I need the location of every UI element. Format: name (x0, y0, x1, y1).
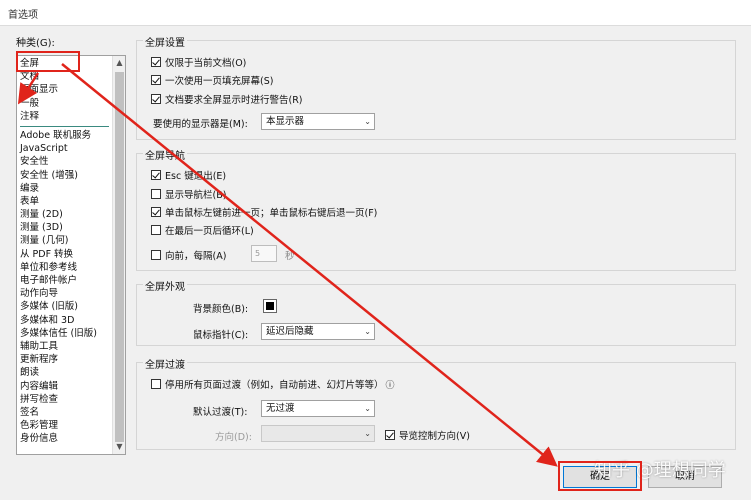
cursor-select[interactable]: 延迟后隐藏 ⌄ (261, 323, 375, 340)
only-current-doc-row[interactable]: 仅限于当前文档(O) (151, 55, 246, 69)
category-item[interactable]: 多媒体和 3D (17, 314, 113, 327)
group-title: 全屏导航 (143, 147, 187, 162)
interval-input[interactable]: 5 (251, 245, 277, 262)
category-item[interactable]: JavaScript (17, 142, 113, 155)
fill-screen-label: 一次使用一页填充屏幕(S) (165, 76, 274, 87)
show-navbar-row[interactable]: 显示导航栏(B) (151, 187, 226, 201)
show-navbar-label: 显示导航栏(B) (165, 190, 227, 201)
fill-screen-row[interactable]: 一次使用一页填充屏幕(S) (151, 73, 273, 87)
group-title: 全屏设置 (143, 34, 187, 49)
category-list[interactable]: 全屏 文档 页面显示 一般 注释 Adobe 联机服务 JavaScript 安… (16, 55, 126, 455)
seconds-label: 秒 (285, 251, 295, 262)
esc-exit-checkbox[interactable] (151, 170, 161, 180)
fullscreen-look-group: 全屏外观 背景颜色(B): 鼠标指针(C): 延迟后隐藏 ⌄ (136, 278, 736, 346)
category-item[interactable]: 测量 (3D) (17, 221, 113, 234)
group-title: 全屏过渡 (143, 356, 187, 371)
nav-direction-checkbox[interactable] (385, 430, 395, 440)
annotation-highlight-ok (558, 461, 642, 491)
chevron-down-icon: ⌄ (364, 327, 371, 336)
scroll-down-icon[interactable]: ▼ (113, 440, 125, 454)
cursor-value: 延迟后隐藏 (266, 326, 314, 337)
group-title: 全屏外观 (143, 278, 187, 293)
category-item[interactable]: 多媒体 (旧版) (17, 300, 113, 313)
category-item-page-display[interactable]: 页面显示 (17, 83, 113, 96)
ignore-transitions-label: 停用所有页面过渡（例如，自动前进、幻灯片等等） (165, 380, 384, 391)
category-item-documents[interactable]: 文档 (17, 70, 113, 83)
warn-fullscreen-row[interactable]: 文档要求全屏显示时进行警告(R) (151, 92, 303, 106)
warn-fullscreen-checkbox[interactable] (151, 94, 161, 104)
default-transition-label: 默认过渡(T): (193, 407, 248, 418)
advance-every-checkbox[interactable] (151, 250, 161, 260)
title-bar: 首选项 (0, 0, 751, 26)
scroll-up-icon[interactable]: ▲ (113, 56, 125, 70)
category-item[interactable]: 编录 (17, 182, 113, 195)
cursor-label: 鼠标指针(C): (193, 330, 249, 341)
category-item[interactable]: 身份信息 (17, 432, 113, 445)
fullscreen-transition-group: 全屏过渡 停用所有页面过渡（例如，自动前进、幻灯片等等） ⓘ 默认过渡(T): … (136, 356, 736, 450)
category-item[interactable]: 表单 (17, 195, 113, 208)
category-item[interactable]: 单位和参考线 (17, 261, 113, 274)
nav-direction-row[interactable]: 导览控制方向(V) (385, 428, 470, 442)
advance-every-row[interactable]: 向前，每隔(A) (151, 248, 226, 262)
click-advance-label: 单击鼠标左键前进一页；单击鼠标右键后退一页(F) (165, 208, 378, 219)
fill-screen-checkbox[interactable] (151, 75, 161, 85)
warn-fullscreen-label: 文档要求全屏显示时进行警告(R) (165, 95, 303, 106)
category-item[interactable]: 从 PDF 转换 (17, 248, 113, 261)
category-item[interactable]: 朗读 (17, 366, 113, 379)
chevron-down-icon: ⌄ (364, 404, 371, 413)
ignore-transitions-checkbox[interactable] (151, 379, 161, 389)
annotation-highlight-fullscreen (16, 51, 80, 72)
category-item[interactable]: 签名 (17, 406, 113, 419)
category-item[interactable]: 更新程序 (17, 353, 113, 366)
window-title: 首选项 (8, 10, 38, 21)
category-item[interactable]: 多媒体信任 (旧版) (17, 327, 113, 340)
category-divider (17, 123, 113, 129)
category-item[interactable]: 安全性 (17, 155, 113, 168)
category-item[interactable]: 内容编辑 (17, 380, 113, 393)
click-advance-row[interactable]: 单击鼠标左键前进一页；单击鼠标右键后退一页(F) (151, 205, 377, 219)
esc-exit-row[interactable]: Esc 键退出(E) (151, 168, 226, 182)
esc-exit-label: Esc 键退出(E) (165, 171, 227, 182)
category-item[interactable]: 安全性 (增强) (17, 169, 113, 182)
category-item-general[interactable]: 一般 (17, 97, 113, 110)
category-item[interactable]: 拼写检查 (17, 393, 113, 406)
category-label: 种类(G): (16, 38, 55, 49)
loop-label: 在最后一页后循环(L) (165, 226, 254, 237)
only-current-doc-checkbox[interactable] (151, 57, 161, 67)
category-item[interactable]: 辅助工具 (17, 340, 113, 353)
click-advance-checkbox[interactable] (151, 207, 161, 217)
chevron-down-icon: ⌄ (364, 117, 371, 126)
direction-label: 方向(D): (215, 432, 252, 443)
category-items: 全屏 文档 页面显示 一般 注释 Adobe 联机服务 JavaScript 安… (17, 57, 113, 445)
nav-direction-label: 导览控制方向(V) (399, 431, 470, 442)
ignore-transitions-row[interactable]: 停用所有页面过渡（例如，自动前进、幻灯片等等） ⓘ (151, 377, 395, 391)
category-item[interactable]: 测量 (2D) (17, 208, 113, 221)
fullscreen-setup-group: 全屏设置 仅限于当前文档(O) 一次使用一页填充屏幕(S) 文档要求全屏显示时进… (136, 34, 736, 140)
category-item[interactable]: Adobe 联机服务 (17, 129, 113, 142)
monitor-label: 要使用的显示器是(M): (153, 119, 248, 130)
category-item[interactable]: 动作向导 (17, 287, 113, 300)
scrollbar-thumb[interactable] (115, 72, 124, 442)
category-item-comments[interactable]: 注释 (17, 110, 113, 123)
category-item[interactable]: 测量 (几何) (17, 234, 113, 247)
advance-every-label: 向前，每隔(A) (165, 251, 227, 262)
fullscreen-nav-group: 全屏导航 Esc 键退出(E) 显示导航栏(B) 单击鼠标左键前进一页；单击鼠标… (136, 147, 736, 271)
category-item[interactable]: 电子邮件帐户 (17, 274, 113, 287)
category-item[interactable]: 色彩管理 (17, 419, 113, 432)
default-transition-select[interactable]: 无过渡 ⌄ (261, 400, 375, 417)
show-navbar-checkbox[interactable] (151, 189, 161, 199)
direction-select[interactable]: ⌄ (261, 425, 375, 442)
loop-checkbox[interactable] (151, 225, 161, 235)
category-scrollbar[interactable]: ▲ ▼ (112, 56, 125, 454)
loop-row[interactable]: 在最后一页后循环(L) (151, 223, 254, 237)
monitor-value: 本显示器 (266, 116, 305, 127)
bg-color-label: 背景颜色(B): (193, 304, 249, 315)
info-icon[interactable]: ⓘ (386, 378, 395, 391)
chevron-down-icon: ⌄ (364, 429, 371, 438)
bg-color-swatch[interactable] (263, 299, 277, 313)
default-transition-value: 无过渡 (266, 403, 295, 414)
only-current-doc-label: 仅限于当前文档(O) (165, 58, 247, 69)
monitor-select[interactable]: 本显示器 ⌄ (261, 113, 375, 130)
